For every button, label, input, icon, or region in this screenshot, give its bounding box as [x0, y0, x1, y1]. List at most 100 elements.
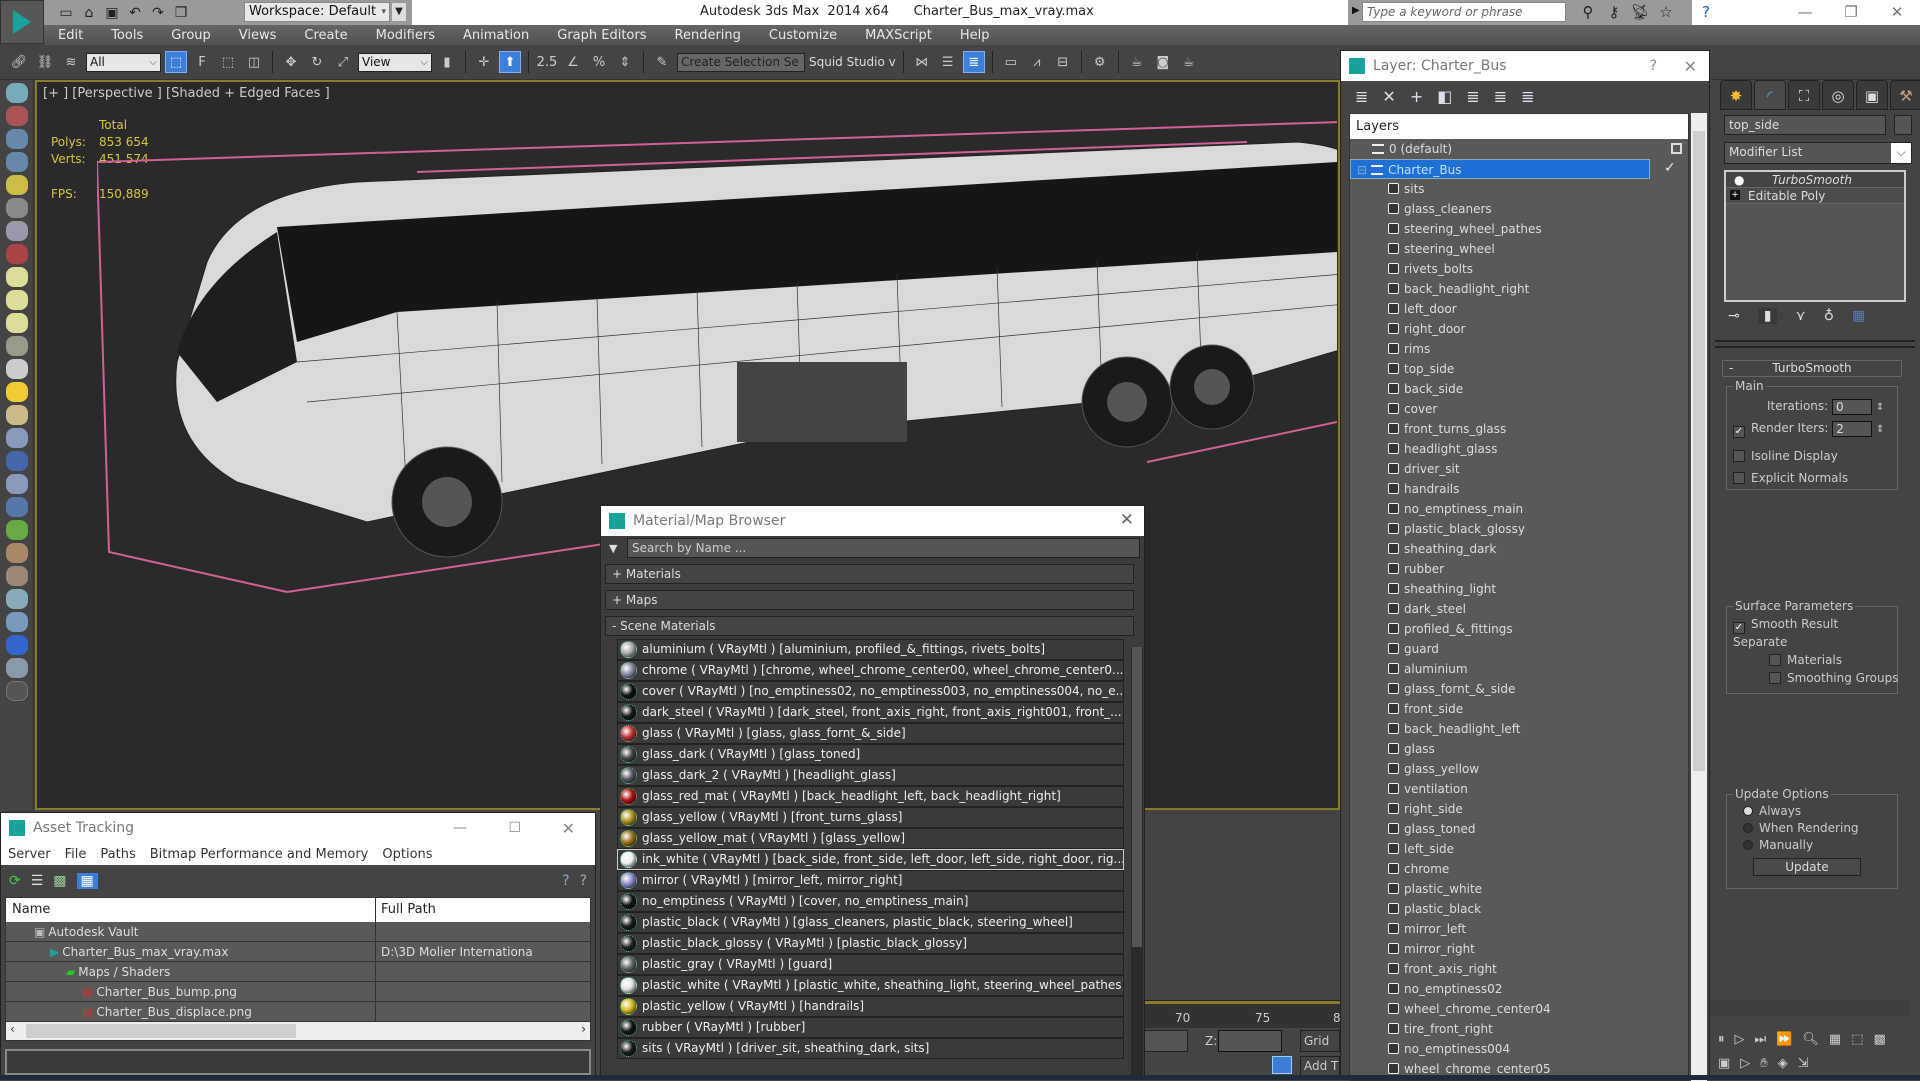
- material-row[interactable]: glass_yellow_mat ( VRayMtl ) [glass_yell…: [617, 828, 1124, 849]
- lightbulb-icon[interactable]: ●: [1734, 172, 1744, 188]
- customize-qat-button[interactable]: ▼: [392, 3, 406, 21]
- render-production-icon[interactable]: ☕︎: [1178, 51, 1200, 73]
- binoculars-icon[interactable]: ⚲: [1578, 2, 1598, 22]
- layer-object-row[interactable]: steering_wheel_pathes: [1350, 219, 1688, 239]
- menu-file[interactable]: File: [58, 847, 94, 862]
- freeze-all-icon[interactable]: ≣: [1521, 87, 1534, 106]
- layer-object-row[interactable]: rivets_bolts: [1350, 259, 1688, 279]
- layer-object-row[interactable]: sheathing_light: [1350, 579, 1688, 599]
- layer-object-row[interactable]: sheathing_dark: [1350, 539, 1688, 559]
- menu-create[interactable]: Create: [290, 28, 361, 43]
- curve-editor-icon[interactable]: ⩘: [1026, 51, 1048, 73]
- tube-icon[interactable]: [6, 336, 28, 356]
- grid-window-icon[interactable]: [6, 129, 28, 149]
- display-tab-icon[interactable]: ▣: [1856, 80, 1888, 110]
- manually-radio[interactable]: [1743, 840, 1753, 850]
- isoline-display-checkbox[interactable]: [1733, 450, 1745, 462]
- turbosmooth-rollout-header[interactable]: - TurboSmooth: [1722, 360, 1902, 377]
- reference-coordinate-dropdown[interactable]: View ⌵: [358, 52, 432, 72]
- layer-object-row[interactable]: mirror_right: [1350, 939, 1688, 959]
- utilities-tab-icon[interactable]: ⚒: [1890, 80, 1920, 110]
- material-row[interactable]: glass_dark_2 ( VRayMtl ) [headlight_glas…: [617, 765, 1124, 786]
- materials-section[interactable]: + Materials: [605, 564, 1134, 584]
- light-icon[interactable]: [6, 175, 28, 195]
- spinner-arrows-icon[interactable]: ⇕: [1876, 424, 1884, 435]
- menu-group[interactable]: Group: [157, 28, 225, 43]
- menu-customize[interactable]: Customize: [755, 28, 851, 43]
- layer-object-row[interactable]: right_door: [1350, 319, 1688, 339]
- asset-row[interactable]: ▰ Maps / Shaders: [6, 962, 590, 982]
- make-unique-icon[interactable]: ⋎: [1795, 308, 1805, 324]
- current-layer-toggle[interactable]: [1671, 143, 1682, 154]
- graphite-ribbon-icon[interactable]: ▭: [1000, 51, 1022, 73]
- sphere-icon[interactable]: [6, 589, 28, 609]
- named-selection-dropdown[interactable]: Create Selection Se ⌵: [677, 52, 805, 72]
- sun-icon[interactable]: [6, 382, 28, 402]
- material-row[interactable]: plastic_gray ( VRayMtl ) [guard]: [617, 954, 1124, 975]
- expand-icon[interactable]: +: [1730, 190, 1740, 200]
- remove-modifier-icon[interactable]: ♁: [1824, 308, 1834, 324]
- menu-animation[interactable]: Animation: [449, 28, 543, 43]
- material-row[interactable]: no_emptiness ( VRayMtl ) [cover, no_empt…: [617, 891, 1124, 912]
- time-config-icon[interactable]: ▣: [1718, 1056, 1730, 1071]
- thumbnail-view-icon[interactable]: ▩: [53, 873, 66, 889]
- undo-icon[interactable]: ↶: [127, 5, 143, 21]
- layer-object-row[interactable]: top_side: [1350, 359, 1688, 379]
- layer-tree[interactable]: Layers 0 (default) ⊟ Charter_Bus ✓ sits gl…: [1349, 113, 1689, 1081]
- z-coord-field[interactable]: [1218, 1030, 1282, 1052]
- layer-object-row[interactable]: no_emptiness004: [1350, 1039, 1688, 1059]
- zoom-all-icon[interactable]: ▦: [1829, 1032, 1841, 1047]
- scrollbar-thumb[interactable]: [26, 1024, 296, 1038]
- menu-paths[interactable]: Paths: [93, 847, 142, 862]
- unlink-icon[interactable]: ⛓: [34, 51, 56, 73]
- always-radio[interactable]: [1743, 806, 1753, 816]
- delete-layer-icon[interactable]: ✕: [1382, 87, 1395, 106]
- update-button[interactable]: Update: [1753, 858, 1861, 876]
- layer-vertical-scrollbar[interactable]: [1691, 113, 1707, 1081]
- select-object-icon[interactable]: ⬚: [165, 51, 187, 73]
- motion-tab-icon[interactable]: ◎: [1822, 80, 1854, 110]
- layer-object-row[interactable]: headlight_glass: [1350, 439, 1688, 459]
- material-row[interactable]: cover ( VRayMtl ) [no_emptiness02, no_em…: [617, 681, 1124, 702]
- object-color-swatch[interactable]: [1894, 115, 1912, 135]
- pivot-center-icon[interactable]: ▮: [436, 51, 458, 73]
- layer-object-row[interactable]: glass_yellow: [1350, 759, 1688, 779]
- teapot-icon[interactable]: [6, 83, 28, 103]
- layer-object-row[interactable]: left_side: [1350, 839, 1688, 859]
- layer-object-row[interactable]: left_door: [1350, 299, 1688, 319]
- material-row[interactable]: ink_white ( VRayMtl ) [back_side, front_…: [617, 849, 1124, 870]
- rotate-icon[interactable]: ↻: [306, 51, 328, 73]
- layer-object-row[interactable]: glass_cleaners: [1350, 199, 1688, 219]
- layer-object-row[interactable]: back_headlight_right: [1350, 279, 1688, 299]
- when-rendering-radio[interactable]: [1743, 823, 1753, 833]
- material-browser-titlebar[interactable]: Material/Map Browser ✕: [601, 506, 1144, 536]
- create-layer-icon[interactable]: ≣: [1355, 87, 1368, 106]
- column-name[interactable]: Name: [6, 898, 376, 922]
- rendered-frame-window-icon[interactable]: ◙: [1152, 51, 1174, 73]
- collapse-icon[interactable]: ⊟: [1357, 163, 1367, 177]
- menu-views[interactable]: Views: [225, 28, 291, 43]
- next-frame-icon[interactable]: ⏭: [1755, 1032, 1767, 1047]
- layer-object-row[interactable]: no_emptiness_main: [1350, 499, 1688, 519]
- separate-materials-checkbox[interactable]: [1769, 654, 1781, 666]
- modifier-list-dropdown[interactable]: Modifier List ⌵: [1724, 142, 1912, 164]
- material-row[interactable]: dark_steel ( VRayMtl ) [dark_steel, fron…: [617, 702, 1124, 723]
- link-icon[interactable]: 🔗︎: [8, 51, 30, 73]
- key-icon[interactable]: ⚷: [1604, 2, 1624, 22]
- zoom-extents-all-icon[interactable]: ▩: [1874, 1032, 1886, 1047]
- maximize-viewport-icon[interactable]: ⇲: [1798, 1056, 1809, 1071]
- snaps-toggle-icon[interactable]: 2.5: [536, 51, 558, 73]
- layer-object-row[interactable]: guard: [1350, 639, 1688, 659]
- scroll-left-icon[interactable]: ‹: [10, 1022, 15, 1036]
- asset-row[interactable]: ▤ Charter_Bus_bump.png: [6, 982, 590, 1002]
- maps-section[interactable]: + Maps: [605, 590, 1134, 610]
- y-coord-field[interactable]: [1143, 1030, 1188, 1052]
- menu-options[interactable]: Options: [375, 847, 439, 862]
- layer-object-row[interactable]: rims: [1350, 339, 1688, 359]
- material-row[interactable]: plastic_black ( VRayMtl ) [glass_cleaner…: [617, 912, 1124, 933]
- iterations-spinner[interactable]: 0: [1832, 398, 1873, 415]
- grid-points-icon[interactable]: [6, 428, 28, 448]
- asset-row[interactable]: ▤ Charter_Bus_displace.png: [6, 1002, 590, 1022]
- stack-item-editable-poly[interactable]: + Editable Poly: [1726, 188, 1904, 204]
- scale-icon[interactable]: ⤢: [332, 51, 354, 73]
